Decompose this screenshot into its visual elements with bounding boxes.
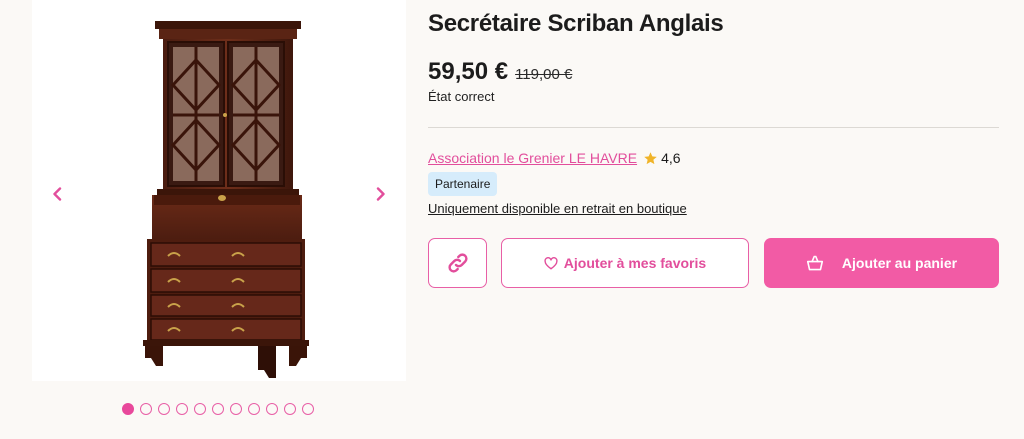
current-price: 59,50 €	[428, 58, 509, 85]
gallery-dot[interactable]	[176, 403, 188, 415]
gallery-prev-button[interactable]	[45, 180, 69, 208]
favorites-label: Ajouter à mes favoris	[563, 255, 707, 271]
original-price: 119,00 €	[515, 66, 573, 83]
gallery-dot[interactable]	[302, 403, 314, 415]
gallery-dot[interactable]	[140, 403, 152, 415]
gallery-pagination	[122, 403, 314, 415]
gallery-next-button[interactable]	[369, 180, 393, 208]
gallery-dot[interactable]	[194, 403, 206, 415]
add-to-favorites-button[interactable]: Ajouter à mes favoris	[501, 238, 749, 288]
seller-rating: 4,6	[643, 150, 681, 166]
share-link-button[interactable]	[428, 238, 487, 288]
gallery-dot[interactable]	[266, 403, 278, 415]
gallery-dot[interactable]	[122, 403, 134, 415]
gallery-dot[interactable]	[158, 403, 170, 415]
gallery-dot[interactable]	[248, 403, 260, 415]
basket-icon	[806, 255, 823, 271]
chevron-right-icon	[376, 187, 385, 201]
add-to-cart-button[interactable]: Ajouter au panier	[764, 238, 999, 288]
gallery-dot[interactable]	[230, 403, 242, 415]
product-photo[interactable]	[32, 0, 406, 381]
seller-row: Association le Grenier LE HAVRE 4,6	[428, 150, 681, 166]
product-gallery	[0, 0, 420, 439]
secretary-desk-image	[143, 21, 309, 378]
heart-icon	[544, 256, 558, 269]
item-condition: État correct	[428, 89, 495, 104]
gallery-dot[interactable]	[284, 403, 296, 415]
product-title: Secrétaire Scriban Anglais	[428, 10, 724, 37]
price-row: 59,50 € 119,00 €	[428, 58, 572, 86]
cart-label: Ajouter au panier	[841, 255, 958, 271]
gallery-dot[interactable]	[212, 403, 224, 415]
partner-badge: Partenaire	[428, 172, 498, 196]
chevron-left-icon	[53, 187, 62, 201]
divider	[428, 127, 999, 128]
seller-link[interactable]: Association le Grenier LE HAVRE	[428, 150, 637, 166]
rating-value: 4,6	[661, 150, 681, 166]
star-icon	[644, 151, 657, 164]
link-icon	[447, 253, 468, 273]
pickup-note[interactable]: Uniquement disponible en retrait en bout…	[428, 201, 687, 216]
